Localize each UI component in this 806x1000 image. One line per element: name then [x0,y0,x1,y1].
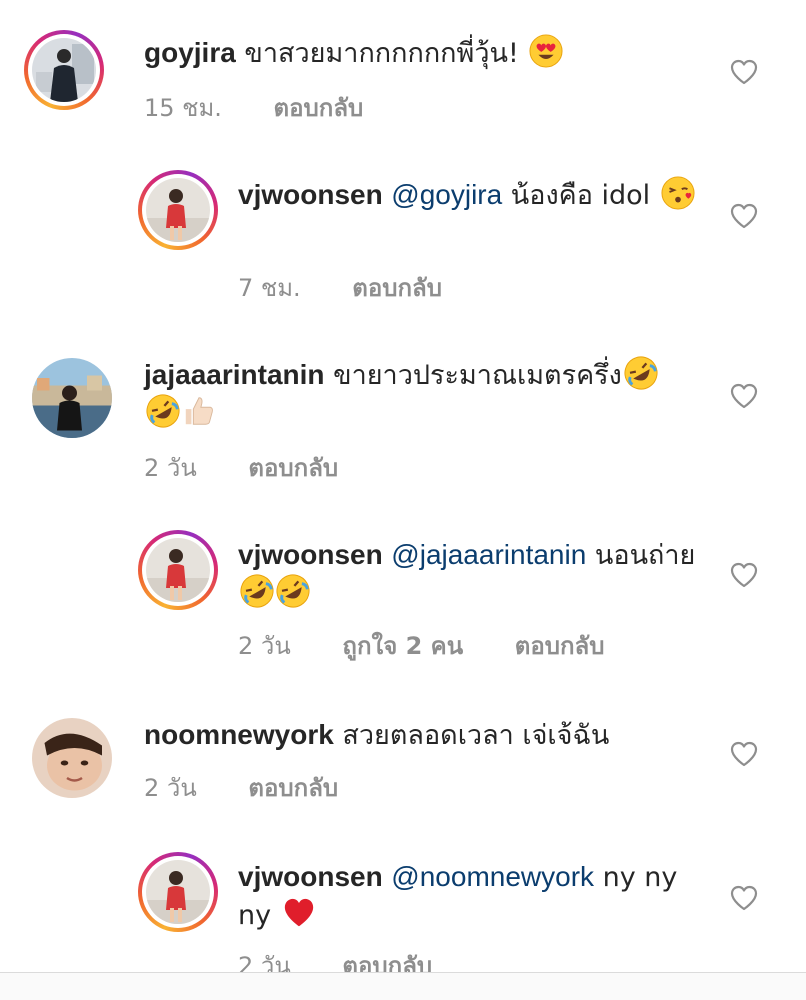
comment-body: vjwoonsen @noomnewyork ny ny ny [238,858,678,934]
comment-meta: 2 วัน ตอบกลับ [144,448,338,487]
avatar[interactable] [138,852,218,932]
reply-button[interactable]: ตอบกลับ [515,626,605,665]
avatar-photo [146,860,210,924]
comment-text: ขายาวประมาณเมตรครึ่ง [333,360,622,391]
heart-outline-icon[interactable] [730,885,758,911]
avatar-photo [32,358,112,438]
comment-username[interactable]: vjwoonsen [238,861,383,892]
avatar-photo [32,38,96,102]
comment-meta: 2 วัน ตอบกลับ [144,768,338,807]
mention-link[interactable]: @jajaaarintanin [391,539,586,570]
comment-text: นอนถ่าย [594,540,696,571]
avatar[interactable] [138,530,218,610]
avatar-photo [146,538,210,602]
comment-text: ขาสวยมากกกกกกพี่วุ้น! [244,38,519,69]
comment-meta: 2 วัน ถูกใจ 2 คน ตอบกลับ [238,626,605,665]
comment-time: 7 ชม. [238,274,301,302]
comment-username[interactable]: goyjira [144,37,236,68]
heart-outline-icon[interactable] [730,562,758,588]
heart-outline-icon[interactable] [730,203,758,229]
comment-username[interactable]: vjwoonsen [238,179,383,210]
rofl-emoji [146,394,180,428]
comment-username[interactable]: vjwoonsen [238,539,383,570]
avatar[interactable] [138,170,218,250]
comment-body: jajaaarintanin ขายาวประมาณเมตรครึ่ง [144,356,664,432]
comment-time: 15 ชม. [144,94,222,122]
comment-username[interactable]: jajaaarintanin [144,359,325,390]
comment-body: vjwoonsen @jajaaarintanin นอนถ่าย [238,536,698,612]
heart-outline-icon[interactable] [730,741,758,767]
reply-button[interactable]: ตอบกลับ [248,448,338,487]
mention-link[interactable]: @goyjira [391,179,502,210]
reply-button[interactable]: ตอบกลับ [248,768,338,807]
rofl-emoji [624,356,658,390]
comment-body: goyjira ขาสวยมากกกกกกพี่วุ้น! [144,34,704,72]
kissing-face-emoji [661,176,695,210]
thumbs-up-emoji [182,394,216,428]
avatar[interactable] [24,30,104,110]
rofl-emoji [276,574,310,608]
avatar-photo [32,718,112,798]
rofl-emoji [240,574,274,608]
mention-link[interactable]: @noomnewyork [391,861,594,892]
comment-time: 2 วัน [238,632,291,660]
comment-time: 2 วัน [144,454,197,482]
comment-time: 2 วัน [144,774,197,802]
heart-outline-icon[interactable] [730,383,758,409]
heart-outline-icon[interactable] [730,59,758,85]
reply-button[interactable]: ตอบกลับ [274,88,364,127]
bottom-bar [0,973,806,1000]
comment-body: vjwoonsen @goyjira น้องคือ idol [238,176,708,214]
comment-meta: 7 ชม. ตอบกลับ [238,268,442,307]
comment-meta: 15 ชม. ตอบกลับ [144,88,363,127]
comment-username[interactable]: noomnewyork [144,719,334,750]
comment-text: น้องคือ idol [510,180,651,211]
comment-text: สวยตลอดเวลา เจ่เจ้ฉัน [342,720,610,751]
comment-body: noomnewyork สวยตลอดเวลา เจ่เจ้ฉัน [144,716,704,754]
avatar[interactable] [32,358,112,438]
red-heart-emoji [282,896,316,930]
heart-eyes-emoji [529,34,563,68]
likes-count-button[interactable]: ถูกใจ 2 คน [342,626,463,665]
reply-button[interactable]: ตอบกลับ [352,268,442,307]
avatar-photo [146,178,210,242]
avatar[interactable] [32,718,112,798]
